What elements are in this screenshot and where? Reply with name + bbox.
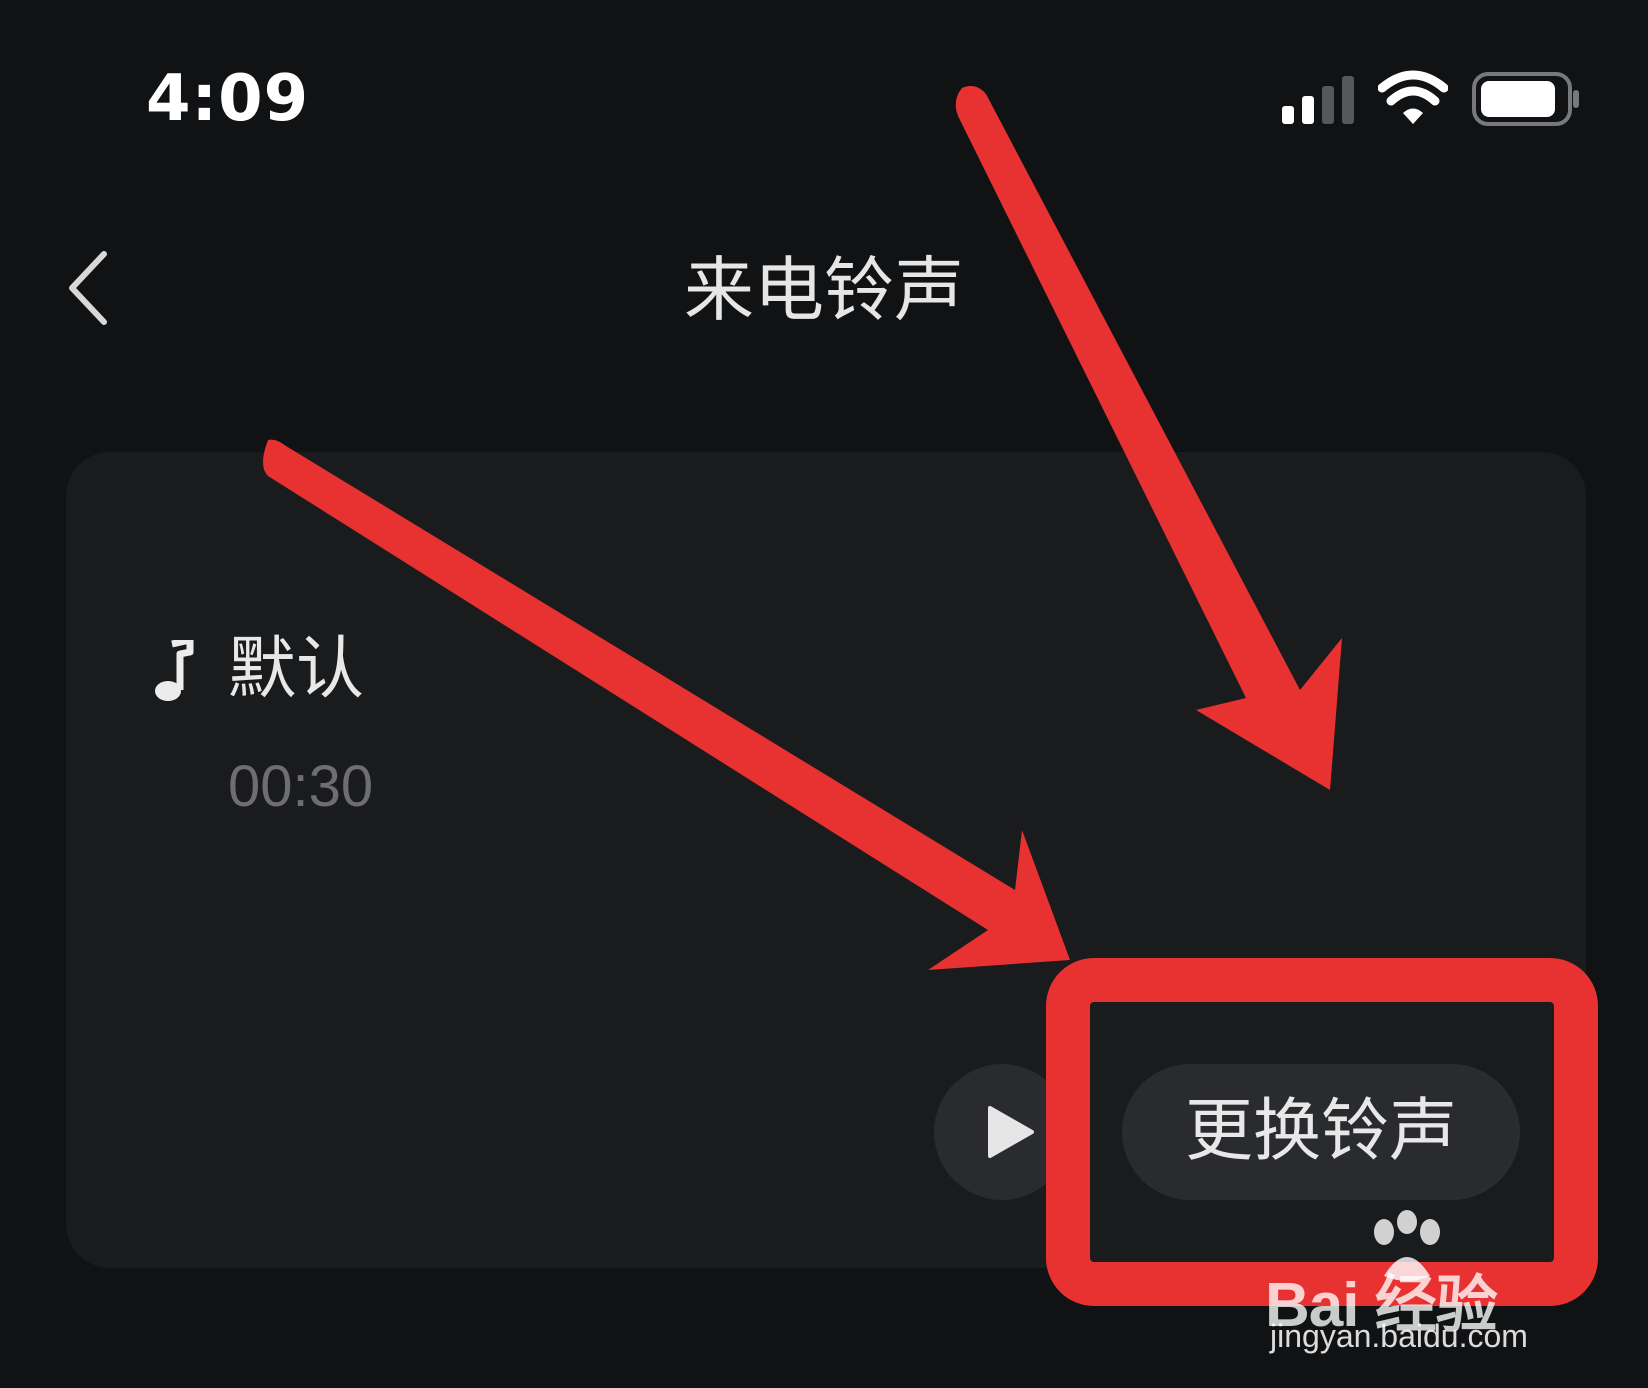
screen: 4:09 来电铃声 默认 00:30 更换铃声 Bai 经验 jingyan.b…	[0, 0, 1648, 1388]
chevron-left-icon[interactable]	[62, 248, 122, 328]
play-button[interactable]	[934, 1064, 1070, 1200]
battery-icon	[1472, 72, 1579, 126]
music-note-icon	[155, 640, 194, 701]
signal-icon	[1282, 76, 1354, 124]
change-ringtone-button[interactable]: 更换铃声	[1122, 1064, 1520, 1200]
watermark-url: jingyan.baidu.com	[1270, 1318, 1528, 1354]
wifi-icon	[1378, 70, 1448, 124]
play-icon	[988, 1106, 1034, 1158]
status-time: 4:09	[146, 62, 310, 136]
ringtone-name: 默认	[228, 630, 365, 709]
ringtone-duration: 00:30	[228, 754, 374, 819]
page-title: 来电铃声	[684, 249, 964, 331]
